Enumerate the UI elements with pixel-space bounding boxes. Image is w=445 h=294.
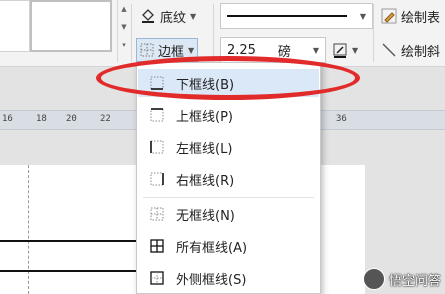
draw-diagonal-label: 绘制斜: [401, 44, 441, 60]
border-dropdown-menu: 下框线(B) 上框线(P) 左框线(L) 右框线(R) 无框线(N) 所有框线(…: [136, 62, 321, 294]
chevron-down-icon: ▼: [312, 45, 319, 55]
border-label: 边框: [158, 44, 185, 60]
menu-item-label: 右框线(R): [176, 173, 235, 189]
gallery-scroll[interactable]: ▲ ▼ ▾: [117, 0, 130, 62]
left-border-icon: [150, 140, 164, 154]
gallery-more-icon[interactable]: ▾: [118, 36, 130, 54]
border-grid-icon: [140, 43, 154, 57]
menu-item-top-border[interactable]: 上框线(P): [138, 101, 319, 129]
bottom-border-icon: [150, 76, 164, 90]
table-border-line[interactable]: [0, 270, 140, 272]
menu-item-label: 左框线(L): [176, 141, 233, 157]
table-border-line[interactable]: [0, 240, 140, 242]
ruler-tick: 20: [66, 114, 77, 124]
line-style-preview: [227, 15, 347, 17]
gallery-up-icon[interactable]: ▲: [118, 0, 130, 18]
menu-item-label: 所有框线(A): [176, 240, 248, 256]
menu-item-right-border[interactable]: 右框线(R): [138, 165, 319, 193]
border-button[interactable]: 边框 ▼: [136, 38, 199, 62]
pencil-icon: [381, 8, 397, 24]
diagonal-line-icon: [382, 43, 396, 57]
pen-color-icon: [333, 43, 347, 58]
column-guide: [28, 165, 29, 294]
pen-color-button[interactable]: ▼: [332, 38, 358, 62]
draw-table-label: 绘制表: [401, 10, 441, 26]
table-style-blue[interactable]: [0, 0, 30, 52]
ruler-tick: 16: [2, 114, 13, 124]
draw-table-button[interactable]: 绘制表: [381, 4, 440, 28]
line-weight-select[interactable]: 2.25 磅 ▼: [220, 37, 326, 63]
chevron-down-icon: ▼: [190, 11, 197, 21]
watermark: 悟空问答: [362, 268, 441, 290]
menu-item-label: 下框线(B): [176, 77, 235, 93]
line-weight-value: 2.25: [227, 42, 256, 58]
menu-item-no-border[interactable]: 无框线(N): [138, 200, 319, 228]
menu-item-label: 外侧框线(S): [176, 272, 247, 288]
line-weight-unit: 磅: [277, 44, 291, 60]
ruler-tick: 36: [336, 114, 347, 124]
shading-button[interactable]: 底纹 ▼: [140, 4, 196, 28]
menu-item-left-border[interactable]: 左框线(L): [138, 133, 319, 161]
menu-item-bottom-border[interactable]: 下框线(B): [138, 69, 319, 97]
all-borders-icon: [150, 239, 164, 253]
shading-label: 底纹: [160, 10, 187, 26]
ruler-tick: 18: [36, 114, 47, 124]
line-style-select[interactable]: ▼: [220, 3, 373, 29]
top-border-icon: [150, 108, 164, 122]
menu-item-outside-borders[interactable]: 外侧框线(S): [138, 264, 319, 292]
paint-bucket-icon: [142, 9, 154, 23]
chevron-down-icon: ▼: [352, 45, 359, 55]
menu-item-label: 无框线(N): [176, 208, 235, 224]
menu-item-label: 上框线(P): [176, 109, 233, 125]
outside-borders-icon: [150, 271, 164, 285]
table-style-orange[interactable]: [30, 0, 112, 52]
chevron-down-icon: ▼: [188, 45, 195, 55]
ruler-tick: 22: [100, 114, 111, 124]
gallery-down-icon[interactable]: ▼: [118, 18, 130, 36]
draw-diagonal-button[interactable]: 绘制斜: [381, 38, 440, 62]
watermark-text: 悟空问答: [388, 273, 441, 289]
menu-separator: [143, 197, 314, 198]
menu-item-all-borders[interactable]: 所有框线(A): [138, 232, 319, 260]
ribbon-toolbar: ▲ ▼ ▾ 底纹 ▼ 边框 ▼ ▼ 2.25 磅 ▼ ▼ 绘制表 绘制斜: [0, 0, 445, 67]
watermark-logo-icon: [362, 268, 385, 290]
chevron-down-icon: ▼: [359, 11, 366, 21]
no-border-icon: [150, 207, 164, 221]
right-border-icon: [150, 172, 164, 186]
